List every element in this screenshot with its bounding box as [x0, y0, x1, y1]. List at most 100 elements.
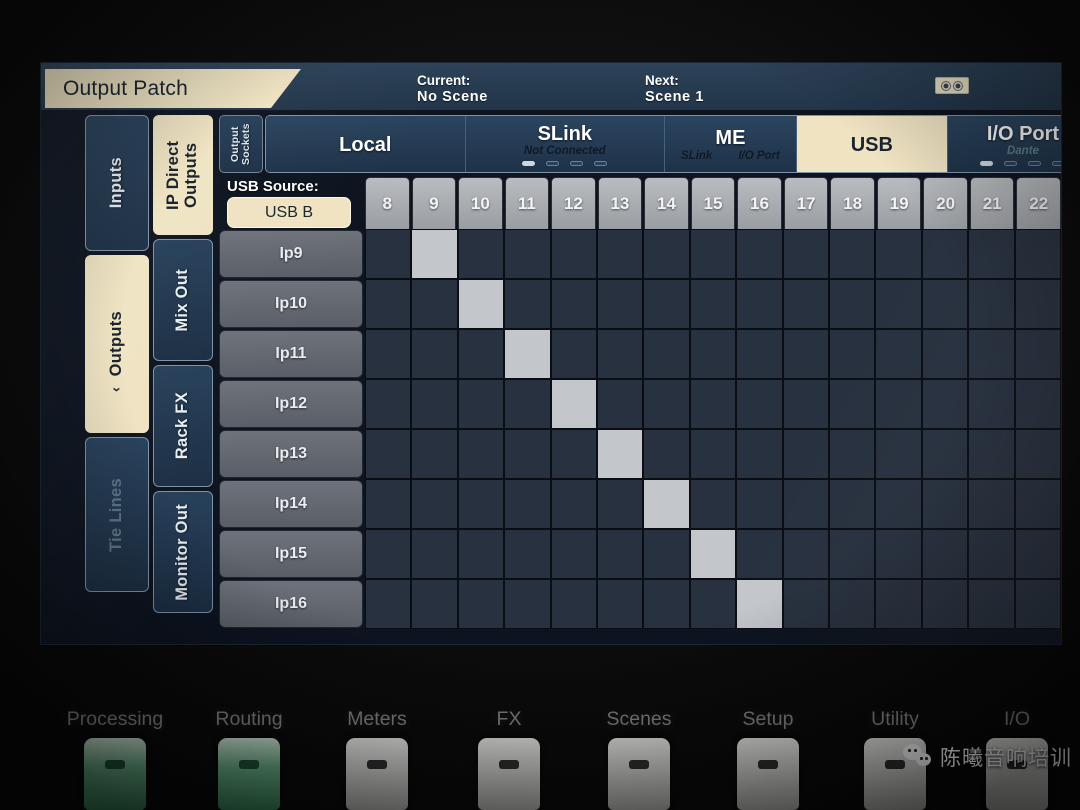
matrix-cell-ip15-8[interactable]	[365, 529, 412, 579]
matrix-cell-ip14-20[interactable]	[921, 479, 969, 529]
matrix-cell-ip14-18[interactable]	[829, 479, 876, 529]
matrix-column-header-17[interactable]: 17	[783, 177, 829, 229]
console-button-processing[interactable]: Processing	[45, 708, 185, 810]
matrix-cell-ip12-15[interactable]	[689, 379, 737, 429]
matrix-cell-ip11-8[interactable]	[365, 329, 412, 379]
matrix-cell-ip11-20[interactable]	[921, 329, 969, 379]
matrix-cell-ip12-14[interactable]	[643, 379, 690, 429]
matrix-cell-ip9-10[interactable]	[457, 229, 505, 279]
sidebar-item-outputs[interactable]: Outputs ›	[85, 255, 149, 433]
matrix-cell-ip14-12[interactable]	[550, 479, 598, 529]
matrix-row-header-ip15[interactable]: Ip15	[219, 530, 363, 578]
matrix-cell-ip14-16[interactable]	[736, 479, 783, 529]
sidebar-item-monitor-out[interactable]: Monitor Out	[153, 491, 213, 613]
sidebar-item-mix-out[interactable]: Mix Out	[153, 239, 213, 361]
matrix-cell-ip10-13[interactable]	[597, 279, 644, 329]
matrix-cell-ip10-11[interactable]	[504, 279, 551, 329]
source-tab-local[interactable]: Local	[266, 116, 466, 172]
matrix-cell-ip9-13[interactable]	[597, 229, 644, 279]
matrix-column-header-14[interactable]: 14	[644, 177, 689, 229]
source-tab-me[interactable]: ME SLink I/O Port	[665, 116, 797, 172]
matrix-cell-ip11-22[interactable]	[1014, 329, 1061, 379]
matrix-row-header-ip13[interactable]: Ip13	[219, 430, 363, 478]
matrix-cell-ip13-11[interactable]	[504, 429, 551, 479]
matrix-cell-ip14-21[interactable]	[968, 479, 1015, 529]
matrix-cell-ip10-21[interactable]	[968, 279, 1015, 329]
matrix-cell-ip11-11[interactable]	[504, 329, 551, 379]
matrix-column-header-12[interactable]: 12	[551, 177, 596, 229]
matrix-cell-ip13-18[interactable]	[829, 429, 876, 479]
matrix-cell-ip13-14[interactable]	[643, 429, 690, 479]
matrix-cell-ip16-18[interactable]	[829, 579, 876, 629]
matrix-row-header-ip14[interactable]: Ip14	[219, 480, 363, 528]
sidebar-item-tie-lines[interactable]: Tie Lines	[85, 437, 149, 592]
matrix-cell-ip9-11[interactable]	[504, 229, 551, 279]
matrix-cell-ip10-16[interactable]	[736, 279, 783, 329]
matrix-cell-ip11-19[interactable]	[875, 329, 922, 379]
matrix-cell-ip11-17[interactable]	[782, 329, 830, 379]
matrix-cell-ip11-10[interactable]	[457, 329, 505, 379]
matrix-cell-ip13-21[interactable]	[968, 429, 1015, 479]
matrix-cell-ip13-9[interactable]	[411, 429, 458, 479]
matrix-cell-ip11-12[interactable]	[550, 329, 598, 379]
matrix-column-header-19[interactable]: 19	[876, 177, 922, 229]
matrix-cell-ip12-20[interactable]	[921, 379, 969, 429]
sidebar-item-ip-direct-outputs[interactable]: IP Direct Outputs	[153, 115, 213, 235]
matrix-cell-ip16-20[interactable]	[921, 579, 969, 629]
matrix-cell-ip9-15[interactable]	[689, 229, 737, 279]
matrix-cell-ip10-15[interactable]	[689, 279, 737, 329]
matrix-cell-ip14-15[interactable]	[689, 479, 737, 529]
matrix-cell-ip15-11[interactable]	[504, 529, 551, 579]
matrix-cell-ip14-8[interactable]	[365, 479, 412, 529]
matrix-cell-ip13-16[interactable]	[736, 429, 783, 479]
console-button-routing[interactable]: Routing	[190, 708, 308, 810]
matrix-cell-ip12-18[interactable]	[829, 379, 876, 429]
matrix-cell-ip15-12[interactable]	[550, 529, 598, 579]
matrix-cell-ip10-17[interactable]	[782, 279, 830, 329]
matrix-column-header-15[interactable]: 15	[690, 177, 736, 229]
matrix-cell-ip13-20[interactable]	[921, 429, 969, 479]
matrix-cell-ip10-12[interactable]	[550, 279, 598, 329]
matrix-cell-ip16-21[interactable]	[968, 579, 1015, 629]
matrix-cell-ip16-14[interactable]	[643, 579, 690, 629]
matrix-cell-ip15-21[interactable]	[968, 529, 1015, 579]
matrix-cell-ip9-22[interactable]	[1014, 229, 1061, 279]
matrix-cell-ip11-21[interactable]	[968, 329, 1015, 379]
matrix-cell-ip10-19[interactable]	[875, 279, 922, 329]
matrix-row-header-ip16[interactable]: Ip16	[219, 580, 363, 628]
matrix-cell-ip14-10[interactable]	[457, 479, 505, 529]
matrix-cell-ip16-11[interactable]	[504, 579, 551, 629]
console-button-setup[interactable]: Setup	[722, 708, 814, 810]
matrix-row-header-ip12[interactable]: Ip12	[219, 380, 363, 428]
matrix-cell-ip16-10[interactable]	[457, 579, 505, 629]
console-button-key[interactable]	[608, 738, 670, 810]
console-button-key[interactable]	[737, 738, 799, 810]
matrix-row-header-ip10[interactable]: Ip10	[219, 280, 363, 328]
matrix-cell-ip16-17[interactable]	[782, 579, 830, 629]
matrix-cell-ip16-8[interactable]	[365, 579, 412, 629]
connector-icon[interactable]	[935, 77, 969, 94]
matrix-cell-ip14-17[interactable]	[782, 479, 830, 529]
matrix-cell-ip16-16[interactable]	[736, 579, 783, 629]
matrix-cell-ip13-12[interactable]	[550, 429, 598, 479]
matrix-cell-ip12-16[interactable]	[736, 379, 783, 429]
matrix-cell-ip14-19[interactable]	[875, 479, 922, 529]
console-button-key[interactable]	[84, 738, 146, 810]
matrix-cell-ip10-22[interactable]	[1014, 279, 1061, 329]
matrix-cell-ip9-17[interactable]	[782, 229, 830, 279]
matrix-cell-ip15-18[interactable]	[829, 529, 876, 579]
matrix-cell-ip15-9[interactable]	[411, 529, 458, 579]
matrix-cell-ip11-18[interactable]	[829, 329, 876, 379]
matrix-column-header-21[interactable]: 21	[969, 177, 1015, 229]
matrix-column-header-22[interactable]: 22	[1016, 177, 1061, 229]
matrix-column-header-11[interactable]: 11	[504, 177, 550, 229]
console-button-key[interactable]	[218, 738, 280, 810]
matrix-cell-ip9-9[interactable]	[411, 229, 458, 279]
matrix-column-header-9[interactable]: 9	[411, 177, 457, 229]
matrix-cell-ip15-15[interactable]	[689, 529, 737, 579]
matrix-cell-ip11-13[interactable]	[597, 329, 644, 379]
matrix-cell-ip12-22[interactable]	[1014, 379, 1061, 429]
matrix-cell-ip12-10[interactable]	[457, 379, 505, 429]
console-button-key[interactable]	[346, 738, 408, 810]
matrix-cell-ip10-18[interactable]	[829, 279, 876, 329]
